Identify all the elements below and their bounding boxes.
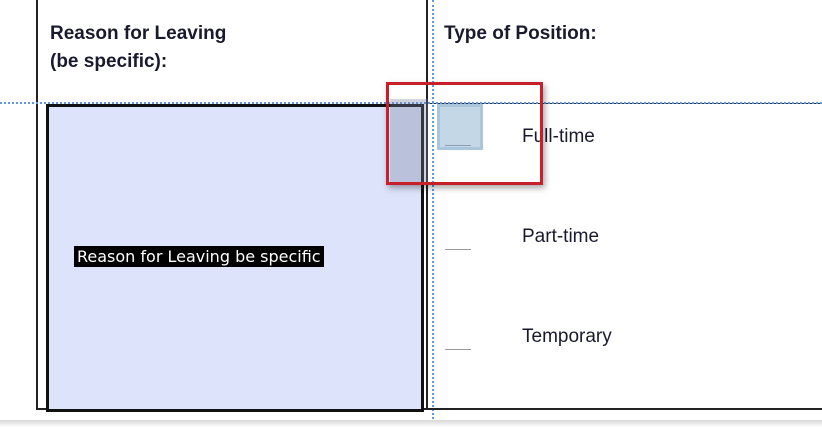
temporary-label: Temporary xyxy=(522,326,612,347)
part-time-label: Part-time xyxy=(522,226,600,247)
part-time-checkbox[interactable] xyxy=(437,205,489,257)
table-border-middle xyxy=(426,0,428,410)
temporary-checkbox[interactable] xyxy=(437,305,489,357)
type-of-position-header: Type of Position: xyxy=(444,23,597,44)
form-canvas: Reason for Leaving (be specific): Type o… xyxy=(0,0,822,427)
header-line-2: (be specific): xyxy=(50,51,168,72)
field-name-tooltip: Reason for Leaving be specific xyxy=(74,246,324,267)
checkbox-underline xyxy=(445,249,471,250)
vertical-guide-line xyxy=(432,0,434,427)
table-border-left xyxy=(36,0,38,410)
checkbox-underline xyxy=(445,349,471,350)
header-line-1: Reason for Leaving xyxy=(50,23,227,44)
selection-highlight-rectangle xyxy=(386,82,543,185)
reason-for-leaving-header: Reason for Leaving (be specific): xyxy=(50,20,226,76)
page-edge-shadow xyxy=(0,420,822,427)
